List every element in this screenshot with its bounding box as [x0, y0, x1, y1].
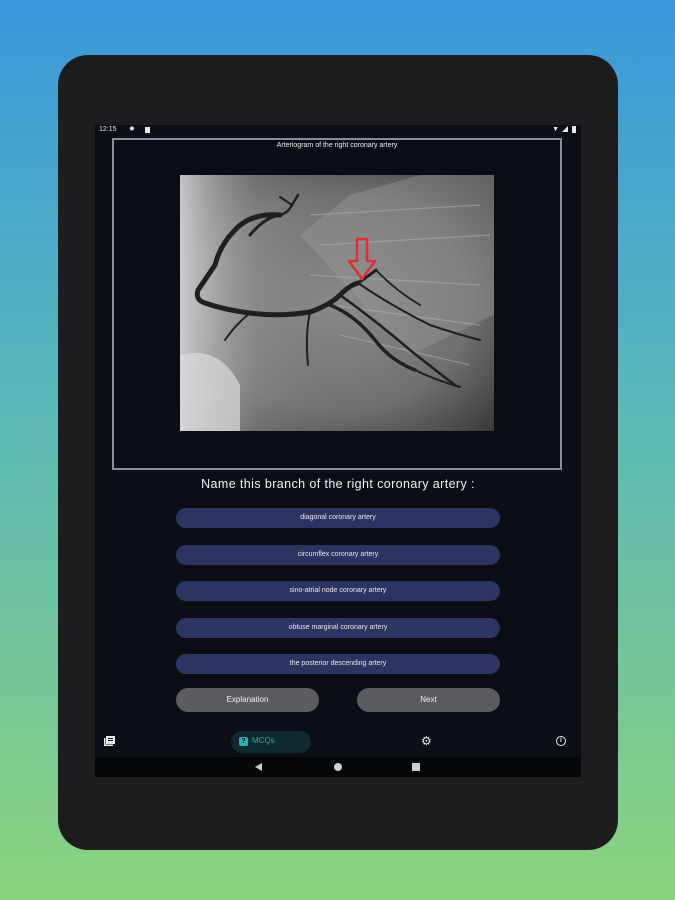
nav-item-label: MCQs: [252, 736, 275, 745]
option-button[interactable]: obtuse marginal coronary artery: [176, 618, 500, 638]
option-button[interactable]: the posterior descending artery: [176, 654, 500, 674]
signal-icon: [562, 126, 568, 132]
quiz-icon: ?: [239, 737, 248, 746]
explanation-button[interactable]: Explanation: [176, 688, 319, 712]
library-icon[interactable]: [104, 736, 115, 746]
nav-item-mcqs[interactable]: ? MCQs: [231, 731, 311, 753]
option-button[interactable]: sino-atrial node coronary artery: [176, 581, 500, 601]
option-button[interactable]: diagonal coronary artery: [176, 508, 500, 528]
gear-icon: ✹: [129, 126, 135, 133]
question-text: Name this branch of the right coronary a…: [201, 477, 475, 491]
next-button[interactable]: Next: [357, 688, 500, 712]
image-card: Arteriogram of the right coronary artery: [112, 138, 562, 470]
back-icon[interactable]: [255, 763, 262, 771]
status-bar: 12:15 ✹ ▼: [95, 125, 581, 135]
gear-icon[interactable]: ⚙: [421, 734, 432, 748]
app-screen: 12:15 ✹ ▼ Arteriogram of the right coron…: [95, 125, 581, 777]
angiogram-image: [180, 175, 494, 431]
notification-square-icon: [145, 127, 150, 133]
option-button[interactable]: circumflex coronary artery: [176, 545, 500, 565]
battery-icon: [572, 126, 576, 133]
bottom-navigation: ? MCQs ⚙ i: [95, 727, 581, 757]
wifi-icon: ▼: [552, 126, 559, 133]
status-time: 12:15: [99, 126, 117, 133]
info-icon[interactable]: i: [556, 736, 566, 746]
recents-icon[interactable]: [412, 763, 420, 771]
system-navigation-bar: [95, 757, 581, 777]
home-icon[interactable]: [334, 763, 342, 771]
image-title: Arteriogram of the right coronary artery: [276, 142, 398, 149]
